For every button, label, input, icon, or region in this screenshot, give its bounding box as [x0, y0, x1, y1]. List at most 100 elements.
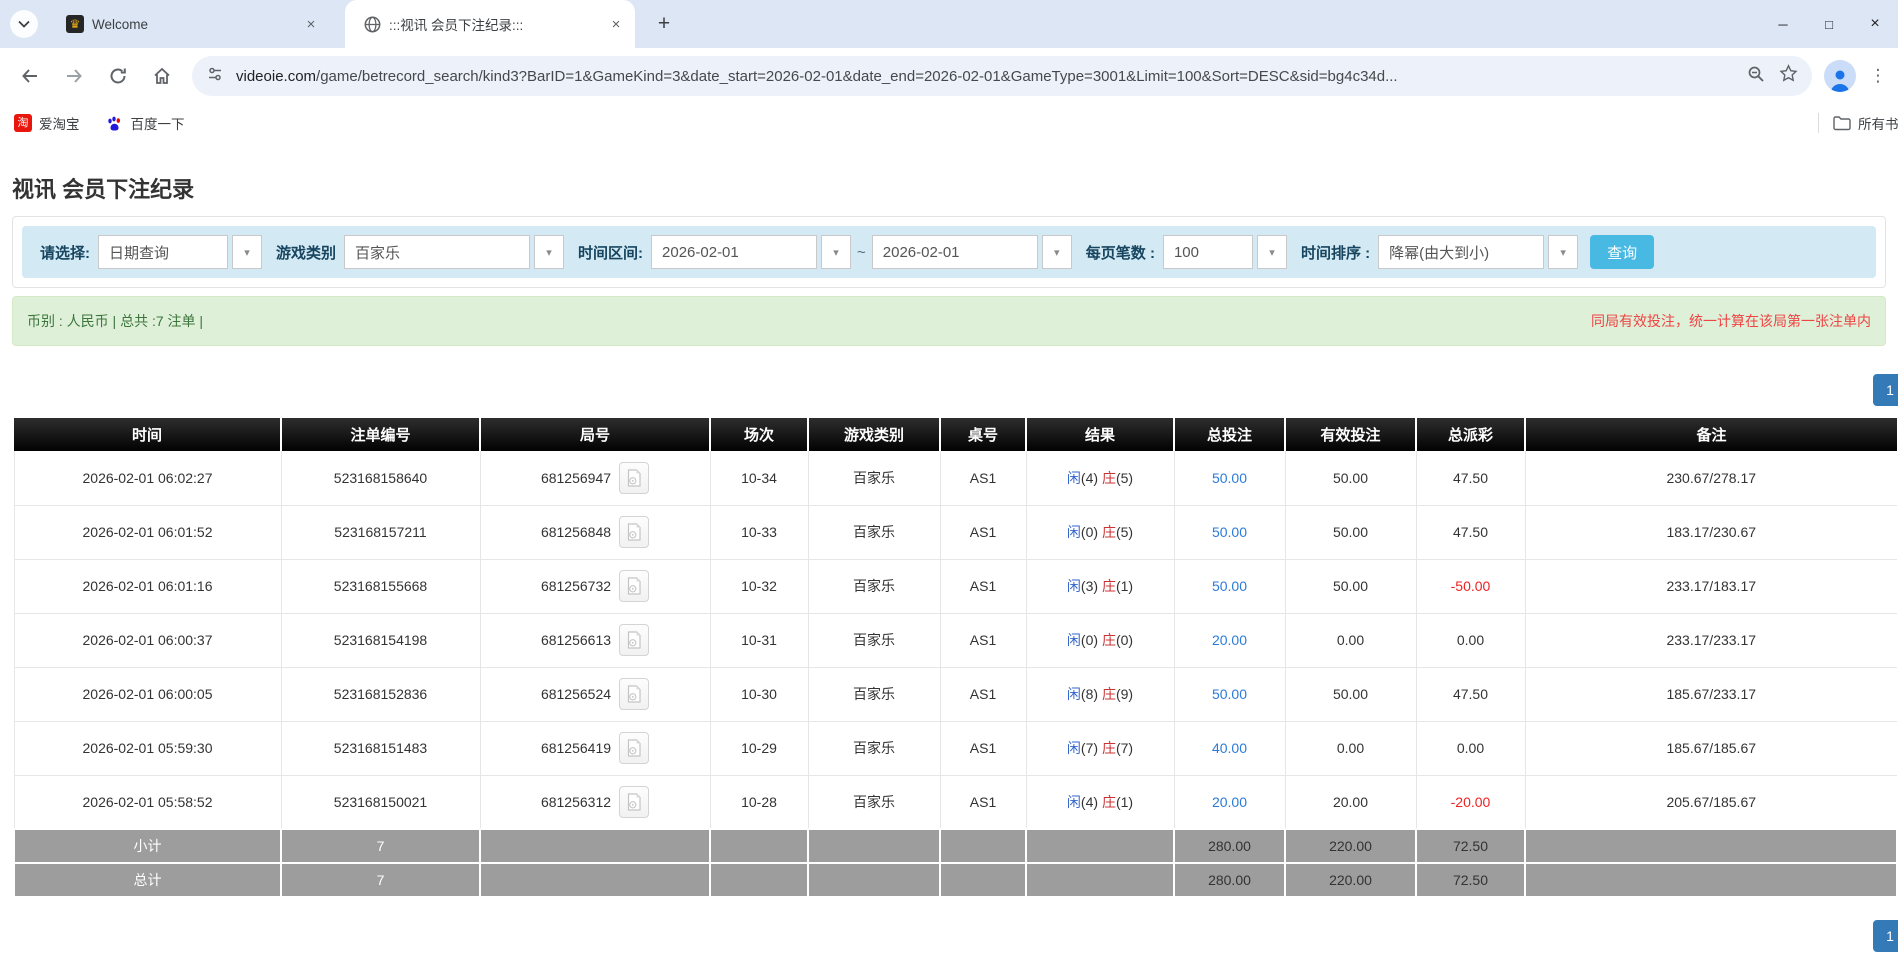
total-bet-cell: 40.00 — [1174, 721, 1286, 776]
round-cell: 681256732 — [480, 559, 711, 614]
table-number-cell: AS1 — [940, 667, 1027, 722]
tab-list-button[interactable] — [10, 10, 38, 38]
chevron-down-icon[interactable]: ▾ — [821, 235, 852, 269]
table-row: 2026-02-01 05:59:30 523168151483 681256419… — [13, 721, 1897, 776]
chevron-down-icon[interactable]: ▾ — [1041, 235, 1072, 269]
browser-menu-icon[interactable]: ⋮ — [1866, 66, 1890, 86]
result-cell: 闲(3) 庄(1) — [1026, 559, 1175, 614]
total-bet-link[interactable]: 20.00 — [1212, 794, 1247, 810]
game-type-cell: 百家乐 — [808, 451, 941, 506]
result-cell: 闲(0) 庄(0) — [1026, 613, 1175, 668]
video-replay-button[interactable] — [619, 570, 650, 602]
player-result: 闲 — [1066, 632, 1081, 648]
sort-select[interactable]: 降幂(由大到小) ▾ — [1378, 235, 1579, 269]
total-bet-link[interactable]: 50.00 — [1212, 686, 1247, 702]
table-row: 2026-02-01 06:02:27 523168158640 681256947… — [13, 451, 1897, 506]
result-cell: 闲(0) 庄(5) — [1026, 505, 1175, 560]
player-result: 闲 — [1066, 578, 1081, 594]
time-cell: 2026-02-01 06:00:05 — [13, 667, 282, 722]
chevron-down-icon[interactable]: ▾ — [232, 235, 262, 269]
pagination-bottom: 1 — [0, 920, 1898, 952]
game-type-cell: 百家乐 — [808, 613, 941, 668]
query-type-select[interactable]: 日期查询 ▾ — [98, 235, 262, 269]
chevron-down-icon[interactable]: ▾ — [1256, 235, 1287, 269]
bet-id-cell: 523168154198 — [281, 613, 481, 668]
chevron-down-icon[interactable]: ▾ — [1548, 235, 1579, 269]
total-bet-link[interactable]: 50.00 — [1212, 578, 1247, 594]
time-cell: 2026-02-01 05:59:30 — [13, 721, 282, 776]
profile-avatar[interactable] — [1824, 60, 1856, 92]
payout-cell: 0.00 — [1416, 721, 1526, 776]
column-header: 场次 — [710, 418, 809, 451]
tab-title: Welcome — [92, 16, 149, 32]
date-end-input[interactable]: 2026-02-01 ▾ — [871, 235, 1072, 269]
summary-label: 总计 — [13, 862, 282, 898]
bookmark-taobao[interactable]: 淘 爱淘宝 — [14, 113, 80, 133]
note-cell: 230.67/278.17 — [1525, 451, 1897, 506]
bookmark-star-icon[interactable] — [1779, 64, 1798, 88]
total-bet-link[interactable]: 50.00 — [1212, 470, 1247, 486]
game-type-cell: 百家乐 — [808, 721, 941, 776]
tab-welcome[interactable]: ♛ Welcome × — [48, 0, 330, 48]
close-window-button[interactable]: × — [1852, 0, 1898, 48]
forward-button[interactable] — [52, 54, 96, 98]
video-replay-button[interactable] — [619, 461, 650, 494]
date-start-input[interactable]: 2026-02-01 ▾ — [651, 235, 852, 269]
video-replay-button[interactable] — [619, 732, 650, 764]
page-1-button[interactable]: 1 — [1873, 920, 1898, 952]
session-cell: 10-29 — [710, 721, 809, 776]
valid-bet-cell: 50.00 — [1285, 667, 1417, 722]
summary-count: 7 — [280, 828, 481, 864]
back-button[interactable] — [8, 54, 52, 98]
url-input[interactable]: videoie.com/game/betrecord_search/kind3?… — [192, 56, 1812, 96]
bet-id-cell: 523168158640 — [281, 451, 481, 506]
new-tab-button[interactable]: + — [650, 10, 678, 38]
minimize-button[interactable]: ─ — [1760, 0, 1806, 48]
column-header: 总派彩 — [1416, 418, 1526, 451]
video-replay-button[interactable] — [619, 624, 650, 656]
video-replay-button[interactable] — [619, 785, 650, 818]
column-header: 备注 — [1525, 418, 1897, 451]
close-tab-icon[interactable]: × — [607, 15, 625, 33]
folder-icon — [1833, 114, 1851, 132]
refresh-button[interactable] — [96, 54, 140, 98]
all-bookmarks[interactable]: 所有书签 — [1818, 104, 1898, 142]
note-cell: 233.17/183.17 — [1525, 559, 1897, 614]
per-page-select[interactable]: 100 ▾ — [1162, 235, 1287, 269]
close-tab-icon[interactable]: × — [302, 15, 320, 33]
player-result: 闲 — [1066, 524, 1081, 540]
bookmark-baidu[interactable]: 百度一下 — [106, 113, 185, 133]
url-text: videoie.com/game/betrecord_search/kind3?… — [236, 67, 1398, 85]
site-settings-icon[interactable] — [206, 65, 224, 88]
info-bar: 币别 : 人民币 | 总共 :7 注单 | 同局有效投注，统一计算在该局第一张注… — [12, 296, 1886, 346]
game-kind-select[interactable]: 百家乐 ▾ — [344, 235, 565, 269]
player-result: 闲 — [1066, 469, 1081, 486]
summary-total-bet: 280.00 — [1173, 862, 1286, 898]
page-1-button[interactable]: 1 — [1873, 374, 1898, 406]
result-cell: 闲(7) 庄(7) — [1026, 721, 1175, 776]
game-type-cell: 百家乐 — [808, 505, 941, 560]
table-header-row: 时间 注单编号 局号 场次 游戏类别 桌号 结果 总投注 有效投注 总派彩 备注 — [14, 418, 1897, 451]
zoom-icon[interactable] — [1747, 65, 1765, 88]
chevron-down-icon[interactable]: ▾ — [534, 235, 565, 269]
home-button[interactable] — [140, 54, 184, 98]
browser-window: ♛ Welcome × :::视讯 会员下注纪录::: × + ─ □ × vi… — [0, 0, 1898, 142]
valid-bet-cell: 0.00 — [1285, 613, 1417, 668]
video-replay-button[interactable] — [619, 516, 650, 548]
bet-id-cell: 523168157211 — [281, 505, 481, 560]
search-button[interactable]: 查询 — [1590, 235, 1655, 269]
session-cell: 10-34 — [710, 451, 809, 506]
filter-panel: 请选择: 日期查询 ▾ 游戏类别 百家乐 ▾ 时间区间: 2026-02-01 … — [12, 216, 1886, 288]
time-cell: 2026-02-01 05:58:52 — [13, 775, 282, 830]
banker-result: 庄 — [1101, 469, 1116, 486]
total-bet-link[interactable]: 40.00 — [1212, 740, 1247, 756]
round-cell: 681256613 — [480, 613, 711, 668]
filter-bar: 请选择: 日期查询 ▾ 游戏类别 百家乐 ▾ 时间区间: 2026-02-01 … — [22, 226, 1876, 278]
session-cell: 10-32 — [710, 559, 809, 614]
tab-betrecord[interactable]: :::视讯 会员下注纪录::: × — [345, 0, 635, 48]
maximize-button[interactable]: □ — [1806, 0, 1852, 48]
video-replay-button[interactable] — [619, 678, 650, 710]
total-bet-link[interactable]: 20.00 — [1212, 632, 1247, 648]
bookmarks-bar: 淘 爱淘宝 百度一下 所有书签 — [0, 104, 1898, 142]
total-bet-link[interactable]: 50.00 — [1212, 524, 1247, 540]
